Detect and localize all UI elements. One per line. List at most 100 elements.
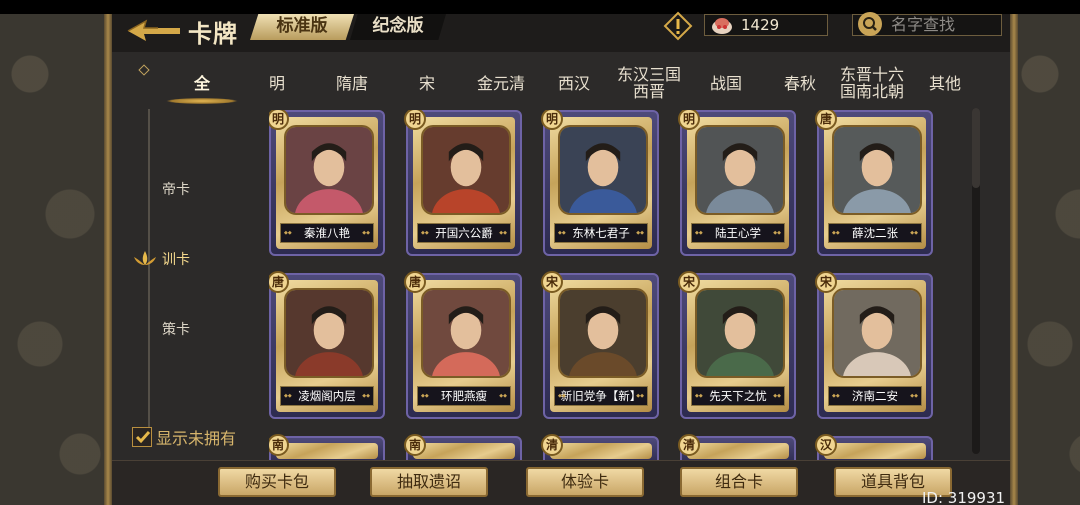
- portrait-frame: [558, 288, 648, 378]
- card-frame: [550, 443, 652, 459]
- tab-standard-edition[interactable]: 标准版: [250, 14, 354, 40]
- portrait-frame: [832, 125, 922, 215]
- left-decor-panel: [0, 14, 112, 505]
- card-frame: [824, 443, 926, 459]
- dynasty-badge: 宋: [815, 271, 837, 293]
- nav-item-strategy-card[interactable]: 策卡: [162, 319, 190, 339]
- character-card-partial[interactable]: 清: [678, 434, 796, 462]
- dynasty-badge: 唐: [404, 271, 426, 293]
- portrait-frame: [558, 125, 648, 215]
- right-decor-panel: [1010, 14, 1080, 505]
- character-portrait: [286, 127, 372, 213]
- character-card-partial[interactable]: 南: [404, 434, 522, 462]
- card-name: 开国六公爵: [417, 223, 511, 243]
- tab-dynasty-all[interactable]: 全: [166, 60, 238, 106]
- dynasty-badge: 南: [404, 434, 426, 456]
- back-button[interactable]: [124, 18, 182, 44]
- dynasty-tabs: 全 明 隋唐 宋 金元清 西汉 东汉三国西晋 战国 春秋 东晋十六国南北朝 其他: [138, 60, 982, 106]
- character-card[interactable]: 开国六公爵明: [404, 110, 522, 256]
- card-name: 薛沈二张: [828, 223, 922, 243]
- tab-dynasty-jinyuanqing[interactable]: 金元清: [468, 60, 534, 106]
- dynasty-badge: 宋: [541, 271, 563, 293]
- portrait-frame: [695, 125, 785, 215]
- coin-bag-icon: [712, 18, 732, 34]
- card-name: 东林七君子: [554, 223, 648, 243]
- character-portrait: [423, 290, 509, 376]
- portrait-frame: [695, 288, 785, 378]
- card-grid-scrollbar[interactable]: [972, 108, 980, 454]
- card-frame: [687, 443, 789, 459]
- card-frame: 凌烟阁内层: [276, 280, 378, 412]
- draw-edict-button[interactable]: 抽取遗诏: [370, 467, 488, 497]
- card-frame: 新旧党争【新】: [550, 280, 652, 412]
- search-placeholder: 名字查找: [891, 15, 956, 34]
- card-type-nav: 帝卡 训卡 策卡: [122, 109, 232, 439]
- card-frame: 陆王心学: [687, 117, 789, 249]
- character-card[interactable]: 新旧党争【新】 宋: [541, 271, 659, 419]
- character-card[interactable]: 济南二安 宋: [815, 271, 933, 419]
- search-input[interactable]: 名字查找: [852, 12, 1002, 36]
- portrait-frame: [284, 288, 374, 378]
- trial-card-button[interactable]: 体验卡: [526, 467, 644, 497]
- character-portrait: [697, 127, 783, 213]
- character-card[interactable]: 陆王心学明: [678, 110, 796, 256]
- bottom-action-bar: 购买卡包 抽取遗诏 体验卡 组合卡 道具背包 ID: 319931: [112, 460, 1010, 505]
- currency-display: 1429: [704, 14, 828, 36]
- tab-diamond-ornament: [138, 64, 150, 76]
- nav-item-emperor-card[interactable]: 帝卡: [162, 179, 190, 199]
- card-frame: 先天下之忧: [687, 280, 789, 412]
- combo-card-button[interactable]: 组合卡: [680, 467, 798, 497]
- alert-icon[interactable]: [662, 10, 694, 42]
- tab-dynasty-dongjin-nanbeichao[interactable]: 东晋十六国南北朝: [836, 60, 908, 106]
- tab-dynasty-other[interactable]: 其他: [920, 60, 970, 106]
- nav-divider-line: [148, 109, 150, 439]
- character-card[interactable]: 秦淮八艳明: [269, 110, 385, 256]
- card-frame: [276, 443, 378, 459]
- card-name: 济南二安: [828, 386, 922, 406]
- character-card[interactable]: 东林七君子明: [541, 110, 659, 256]
- tab-dynasty-suitang[interactable]: 隋唐: [322, 60, 382, 106]
- character-portrait: [560, 290, 646, 376]
- tab-dynasty-ming[interactable]: 明: [252, 60, 302, 106]
- card-name: 先天下之忧: [691, 386, 785, 406]
- arrow-back-icon: [127, 19, 180, 41]
- show-unowned-toggle[interactable]: 显示未拥有: [132, 426, 236, 448]
- page-title: 卡牌: [188, 20, 238, 48]
- coin-value: 1429: [741, 16, 780, 34]
- card-screen: 卡牌 标准版 纪念版 1429 名字查找 全 明 隋唐 宋 金元清 西汉 东汉三…: [112, 11, 1010, 505]
- dynasty-badge: 汉: [815, 434, 837, 456]
- status-bar: [0, 0, 1080, 14]
- card-frame: 秦淮八艳: [276, 117, 378, 249]
- character-card[interactable]: 环肥燕瘦 唐: [404, 271, 522, 419]
- portrait-frame: [284, 125, 374, 215]
- card-name: 环肥燕瘦: [417, 386, 511, 406]
- character-portrait: [423, 127, 509, 213]
- card-name: 秦淮八艳: [280, 223, 374, 243]
- tab-dynasty-donghan-sanguo-xijin[interactable]: 东汉三国西晋: [614, 60, 684, 106]
- character-portrait: [560, 127, 646, 213]
- nav-item-training-card[interactable]: 训卡: [162, 249, 190, 269]
- portrait-frame: [421, 288, 511, 378]
- buy-card-pack-button[interactable]: 购买卡包: [218, 467, 336, 497]
- character-card-partial[interactable]: 汉: [815, 434, 933, 462]
- tab-dynasty-chunqiu[interactable]: 春秋: [774, 60, 826, 106]
- character-card-partial[interactable]: 清: [541, 434, 659, 462]
- show-unowned-checkbox[interactable]: [132, 427, 152, 447]
- checkmark-icon: [135, 431, 151, 444]
- tab-dynasty-xihan[interactable]: 西汉: [548, 60, 600, 106]
- card-frame: [413, 443, 515, 459]
- portrait-frame: [421, 125, 511, 215]
- character-card[interactable]: 先天下之忧 宋: [678, 271, 796, 419]
- tab-dynasty-song[interactable]: 宋: [402, 60, 452, 106]
- scrollbar-thumb[interactable]: [972, 108, 980, 188]
- tab-dynasty-zhanguo[interactable]: 战国: [700, 60, 752, 106]
- character-card-partial[interactable]: 南: [269, 434, 385, 462]
- character-portrait: [286, 290, 372, 376]
- dynasty-badge: 宋: [678, 271, 700, 293]
- lotus-icon: [134, 251, 156, 265]
- character-card[interactable]: 薛沈二张唐: [815, 110, 933, 256]
- dynasty-badge: 清: [678, 434, 700, 456]
- user-id: ID: 319931: [922, 489, 1006, 505]
- character-card[interactable]: 凌烟阁内层唐: [269, 271, 385, 419]
- tab-commemorative-edition[interactable]: 纪念版: [350, 14, 446, 40]
